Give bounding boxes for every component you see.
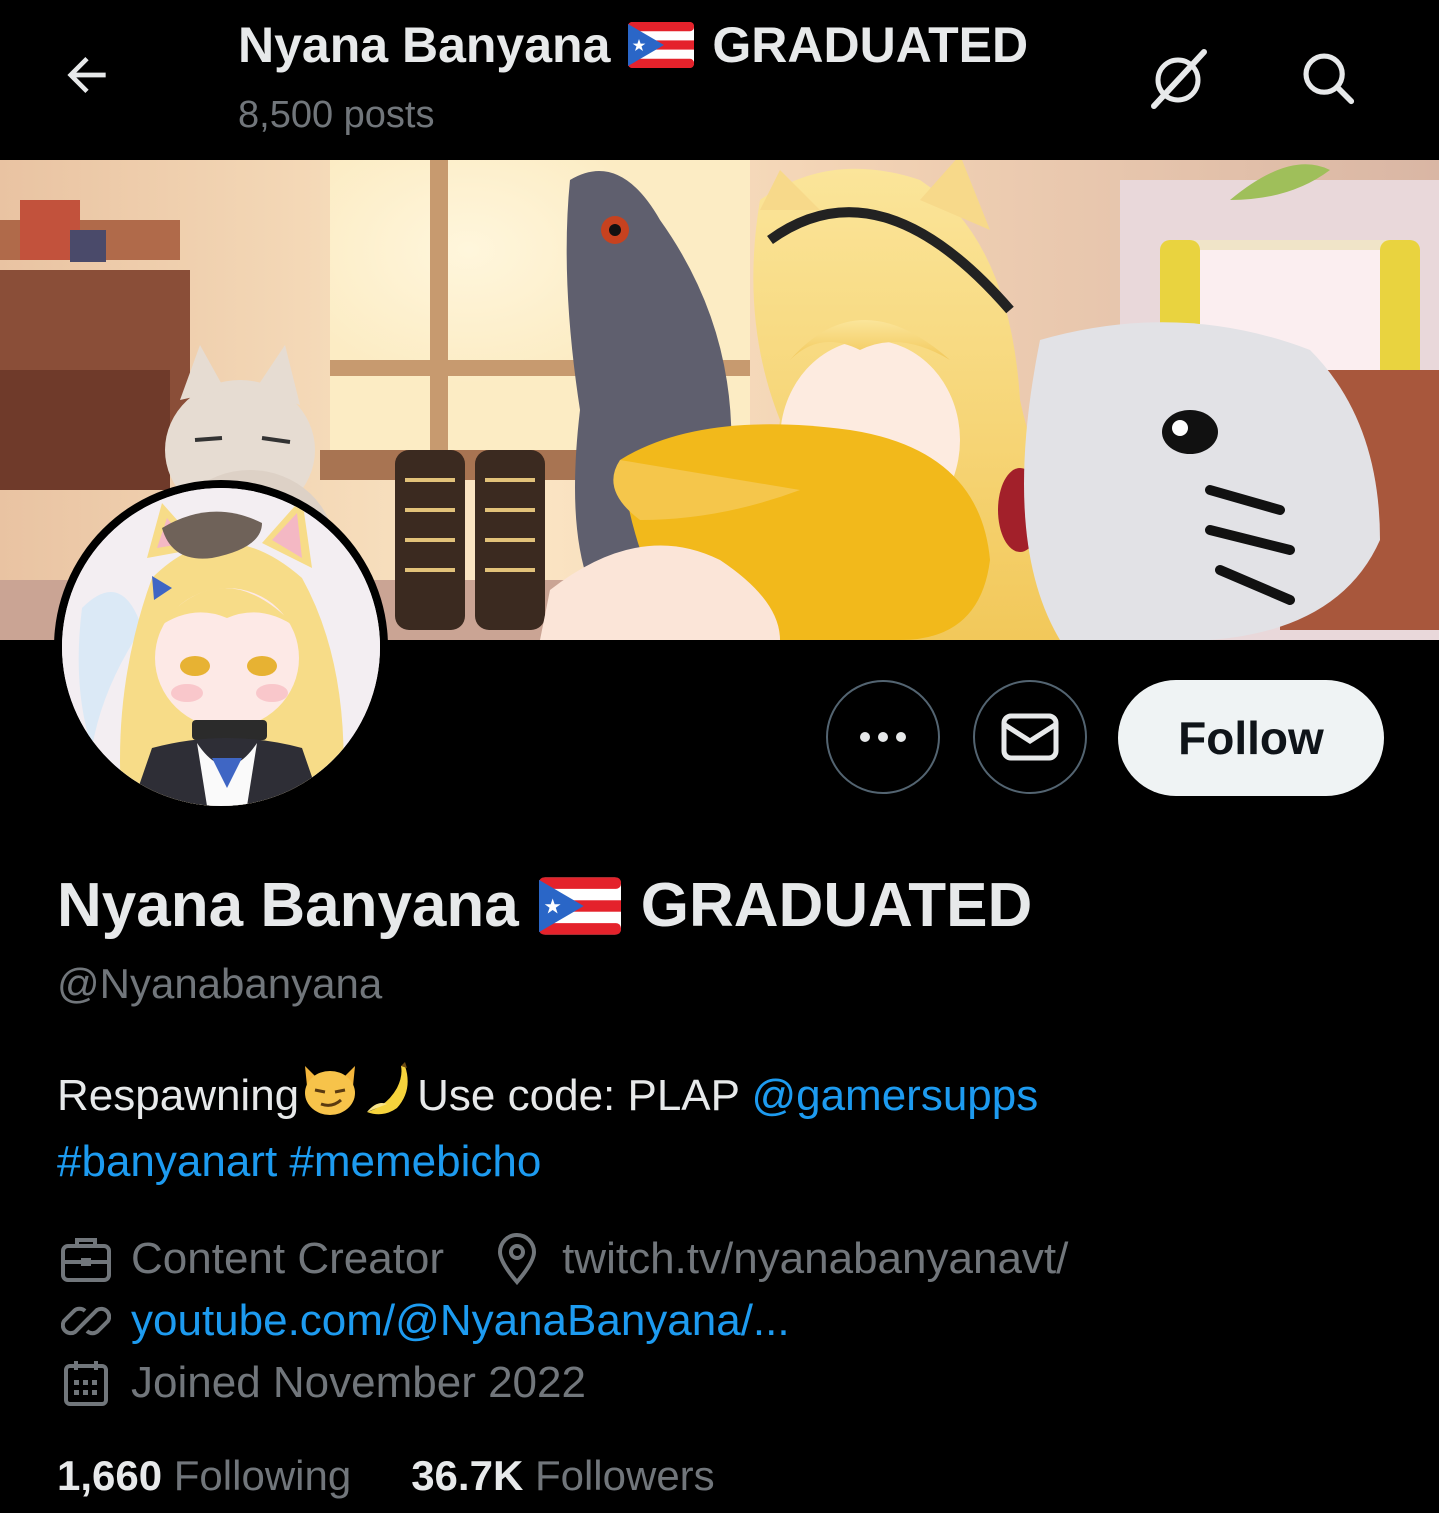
puerto-rico-flag-icon <box>628 22 695 68</box>
profile-meta-row: Content Creator twitch.tv/nyanabanyanavt… <box>57 1230 1068 1288</box>
puerto-rico-flag-icon <box>538 876 621 935</box>
profile-category: Content Creator <box>131 1234 445 1283</box>
followers-count: 36.7K <box>411 1452 524 1499</box>
post-count: 8,500 posts <box>238 94 435 136</box>
header-suffix: GRADUATED <box>712 17 1029 73</box>
bio-mention-link[interactable]: @gamersupps <box>751 1071 1038 1120</box>
avatar <box>62 488 380 806</box>
followers-link[interactable]: 36.7K Followers <box>411 1452 714 1500</box>
display-name-text: Nyana Banyana <box>57 871 519 940</box>
envelope-icon <box>1001 713 1059 761</box>
profile-website-link[interactable]: youtube.com/@NyanaBanyana/... <box>131 1296 790 1346</box>
username-handle: @Nyanabanyana <box>57 960 383 1007</box>
bio-hashtag-link[interactable]: #memebicho <box>289 1137 541 1186</box>
arrow-left-icon <box>67 57 106 93</box>
search-button[interactable] <box>1292 42 1364 114</box>
avatar-illustration <box>62 488 380 806</box>
bio-text: Respawning <box>57 1071 300 1120</box>
profile-joined-date: Joined November 2022 <box>131 1358 586 1407</box>
message-button[interactable] <box>973 680 1087 794</box>
following-label: Following <box>173 1452 352 1499</box>
grok-button[interactable] <box>1142 42 1214 114</box>
more-icon <box>860 732 906 742</box>
follow-button[interactable]: Follow <box>1118 680 1384 796</box>
profile-location: twitch.tv/nyanabanyanavt/ <box>562 1234 1069 1283</box>
more-options-button[interactable] <box>826 680 940 794</box>
followers-label: Followers <box>534 1452 715 1499</box>
back-button[interactable] <box>52 40 122 110</box>
location-pin-icon <box>488 1230 546 1288</box>
header-name: Nyana Banyana <box>238 17 611 73</box>
following-count: 1,660 <box>57 1452 163 1499</box>
bio: Respawning Use code: PLAP @gamersupps #ba… <box>57 1060 1387 1195</box>
banana-emoji-icon <box>367 1062 408 1115</box>
header-title: Nyana Banyana GRADUATED <box>238 16 1028 74</box>
follow-stats: 1,660 Following 36.7K Followers <box>57 1452 775 1500</box>
search-icon <box>1303 53 1355 105</box>
display-name: Nyana Banyana GRADUATED <box>57 870 1032 941</box>
profile-joined-row: Joined November 2022 <box>57 1354 586 1412</box>
calendar-icon <box>57 1354 115 1412</box>
briefcase-icon <box>57 1230 115 1288</box>
bio-text-code: Use code: PLAP <box>417 1071 752 1120</box>
avatar-container[interactable] <box>54 480 388 814</box>
link-icon <box>57 1292 115 1350</box>
top-bar: Nyana Banyana GRADUATED 8,500 posts <box>0 0 1439 160</box>
grok-icon <box>1151 49 1207 109</box>
following-link[interactable]: 1,660 Following <box>57 1452 351 1500</box>
display-name-suffix: GRADUATED <box>640 871 1033 940</box>
smirking-cat-emoji-icon <box>305 1066 356 1115</box>
profile-website-row: youtube.com/@NyanaBanyana/... <box>57 1292 790 1350</box>
bio-hashtag-link[interactable]: #banyanart <box>57 1137 277 1186</box>
